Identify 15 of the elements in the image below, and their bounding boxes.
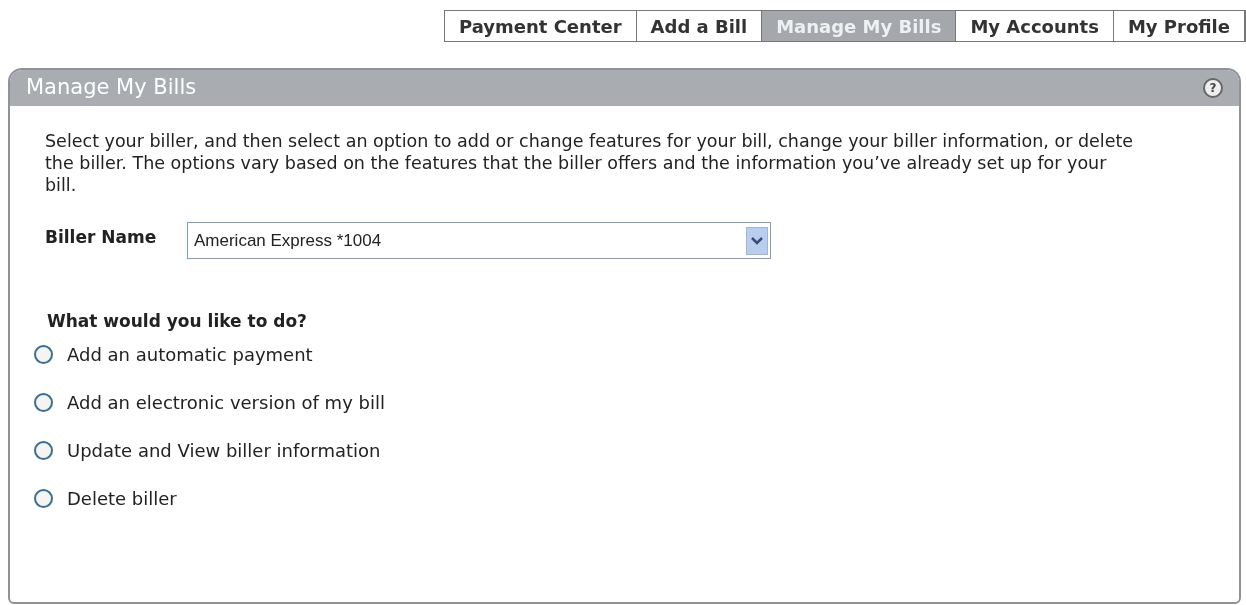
question-label: What would you like to do? [47,310,308,333]
option-label: Delete biller [67,486,177,511]
dropdown-icon[interactable] [746,226,768,255]
option-label: Update and View biller information [67,438,381,463]
help-icon[interactable]: ? [1203,78,1223,98]
intro-text: Select your biller, and then select an option to add or change features for your bill, change your biller information, or delete the biller. The options vary based on the features that the biller offers and the information you’ve already set up for your bill. [45,130,1135,196]
radio-button[interactable] [34,440,53,460]
radio-button[interactable] [34,488,53,508]
option-label: Add an electronic version of my bill [67,390,385,415]
radio-button[interactable] [34,344,53,364]
panel-title: Manage My Bills [26,74,197,102]
biller-select[interactable]: American Express *1004 [187,222,771,259]
radio-button[interactable] [34,392,53,412]
field-label: Biller Name [45,226,158,249]
option-label: Add an automatic payment [67,342,313,367]
